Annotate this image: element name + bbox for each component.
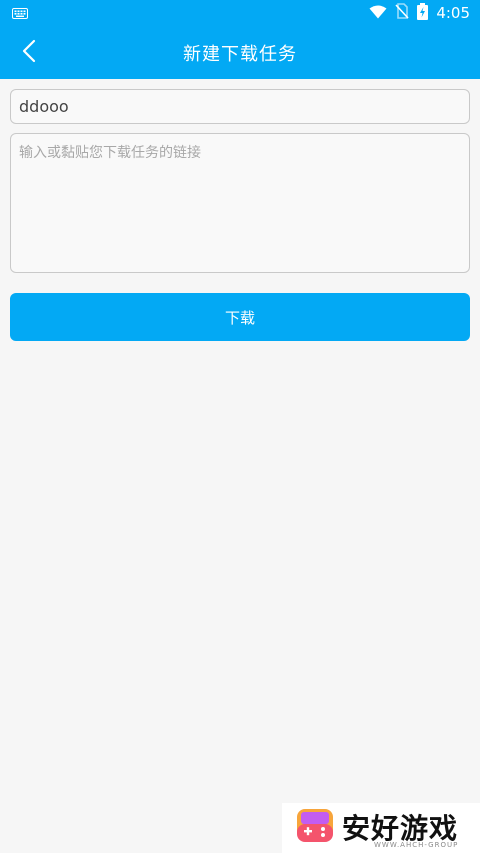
watermark: 安好游戏 WWW.AHCH-GROUP <box>282 803 480 853</box>
wifi-icon <box>369 4 387 23</box>
app-bar: 新建下载任务 <box>0 26 480 79</box>
page-title: 新建下载任务 <box>183 43 297 65</box>
status-time: 4:05 <box>436 4 470 22</box>
download-button[interactable]: 下载 <box>10 293 470 341</box>
download-link-textarea[interactable] <box>10 133 470 273</box>
no-sim-icon <box>395 3 409 23</box>
status-bar: 4:05 <box>0 0 480 26</box>
handheld-console-icon <box>296 807 334 849</box>
task-name-input[interactable] <box>10 89 470 124</box>
battery-charging-icon <box>417 2 429 24</box>
watermark-subtitle: WWW.AHCH-GROUP <box>374 841 459 849</box>
keyboard-icon <box>12 4 28 23</box>
